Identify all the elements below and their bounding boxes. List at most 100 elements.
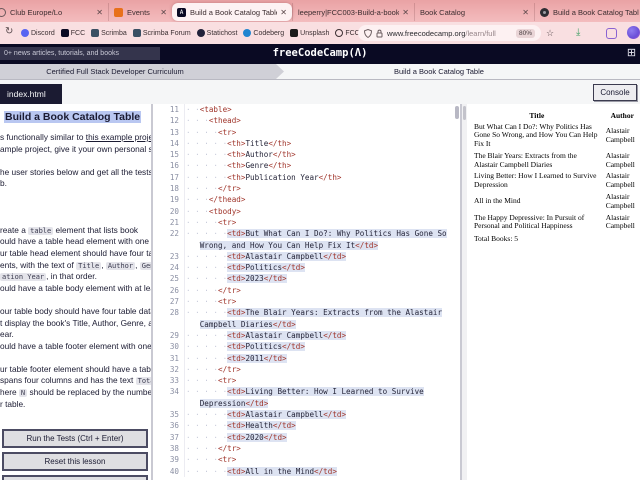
code-segment: <td>The Blair Years: Extracts from the A… — [227, 308, 442, 317]
browser-tab[interactable]: Club Europe/Lo✕ — [0, 3, 108, 21]
url-text: www.freecodecamp.org/learn/full — [387, 29, 512, 38]
address-bar[interactable]: www.freecodecamp.org/learn/full 80% — [358, 25, 541, 41]
search-input[interactable]: 0+ news articles, tutorials, and books — [0, 47, 160, 60]
browser-tab[interactable]: Book Catalog✕ — [414, 3, 534, 21]
line-number: 40 — [153, 466, 185, 477]
reset-lesson-button[interactable]: Reset this lesson — [2, 452, 148, 471]
indent-guides: · · · · — [186, 455, 218, 464]
code-line[interactable]: 11· ·<table> — [153, 104, 460, 115]
browser-tab[interactable]: Events✕ — [108, 3, 172, 21]
bookmarks-bar: Discord FCC Scrimba Scrimba Forum Statichost… — [21, 22, 378, 44]
instruction-text: b. — [0, 178, 7, 188]
close-tab-icon[interactable]: ✕ — [402, 8, 409, 17]
browser-tab[interactable]: leeperry|FCC003-Build-a-book✕ — [292, 3, 414, 21]
code-line[interactable]: 13· · · ·<tr> — [153, 127, 460, 138]
breadcrumb-lesson[interactable]: Build a Book Catalog Table — [394, 64, 484, 79]
code-line[interactable]: 39· · · ·<tr> — [153, 454, 460, 465]
code-line[interactable]: Depression</td> — [153, 398, 460, 409]
editor-scrollbar[interactable] — [455, 106, 459, 119]
close-tab-icon[interactable]: ✕ — [160, 8, 167, 17]
code-text: · · · · ·<th>Genre</th> — [185, 160, 291, 171]
code-text: · · · ·</tr> — [185, 183, 241, 194]
code-line[interactable]: 21· · · ·<tr> — [153, 217, 460, 228]
code-text: · ·<table> — [185, 104, 232, 115]
bookmark-item[interactable]: Scrimba — [91, 29, 127, 37]
code-line[interactable]: 31· · · · ·<td>2011</td> — [153, 353, 460, 364]
code-line[interactable]: 24· · · · ·<td>Politics</td> — [153, 262, 460, 273]
close-tab-icon[interactable]: ✕ — [280, 8, 287, 17]
bookmark-item[interactable]: FCC — [61, 29, 85, 37]
code-text: · · · · ·<th>Title</th> — [185, 138, 291, 149]
code-line[interactable]: 22· · · · ·<td>But What Can I Do?: Why P… — [153, 228, 460, 239]
code-line[interactable]: 26· · · ·</tr> — [153, 285, 460, 296]
code-line[interactable]: 23· · · · ·<td>Alastair Campbell</td> — [153, 251, 460, 262]
code-text: Wrong, and How You Can Help Fix It</td> — [185, 240, 378, 251]
fcc-top-nav: 0+ news articles, tutorials, and books f… — [0, 44, 640, 64]
menu-grid-icon[interactable]: ⊞ — [625, 47, 638, 60]
console-button[interactable]: Console — [593, 84, 637, 101]
code-line[interactable]: 35· · · · ·<td>Alastair Campbell</td> — [153, 409, 460, 420]
code-editor[interactable]: 11· ·<table>12· · ·<thead>13· · · ·<tr>1… — [153, 104, 462, 480]
code-line[interactable]: 14· · · · ·<th>Title</th> — [153, 138, 460, 149]
bookmark-item[interactable]: Codeberg — [243, 29, 284, 37]
indent-guides: · · · · · — [186, 150, 227, 159]
line-number: 31 — [153, 353, 185, 364]
account-avatar[interactable] — [627, 26, 640, 39]
extension-icon[interactable] — [606, 28, 617, 39]
bookmark-item[interactable]: Scrimba Forum — [133, 29, 191, 37]
code-line[interactable]: 20· · ·<tbody> — [153, 206, 460, 217]
line-number: 25 — [153, 273, 185, 284]
code-line[interactable]: 34· · · · ·<td>Living Better: How I Lear… — [153, 386, 460, 397]
code-line[interactable]: 25· · · · ·<td>2023</td> — [153, 273, 460, 284]
code-line[interactable]: 33· · · ·<tr> — [153, 375, 460, 386]
file-tab-index-html[interactable]: index.html — [0, 84, 62, 104]
code-line[interactable]: 29· · · · ·<td>Alastair Campbell</td> — [153, 330, 460, 341]
fcc-logo[interactable]: freeCodeCamp(Λ) — [273, 47, 368, 59]
preview-scrollbar[interactable] — [462, 104, 467, 480]
indent-guides: · · · · · — [186, 173, 227, 182]
code-line[interactable]: Campbell Diaries</td> — [153, 319, 460, 330]
code-line[interactable]: 17· · · · ·<th>Publication Year</th> — [153, 172, 460, 183]
line-number — [153, 398, 185, 409]
code-line[interactable]: 36· · · · ·<td>Health</td> — [153, 420, 460, 431]
close-tab-icon[interactable]: ✕ — [522, 8, 529, 17]
code-line[interactable]: 18· · · ·</tr> — [153, 183, 460, 194]
line-number: 14 — [153, 138, 185, 149]
bookmark-item[interactable]: Discord — [21, 29, 55, 37]
close-tab-icon[interactable]: ✕ — [96, 8, 103, 17]
code-line[interactable]: 40· · · · ·<td>All in the Mind</td> — [153, 466, 460, 477]
code-line[interactable]: 32· · · ·</tr> — [153, 364, 460, 375]
code-line[interactable]: 37· · · · ·<td>2020</td> — [153, 432, 460, 443]
browser-tab[interactable]: ABuild a Book Catalog Table: Bui✕ — [172, 3, 292, 21]
bookmark-star-icon[interactable]: ☆ — [546, 28, 554, 39]
code-line[interactable]: 15· · · · ·<th>Author</th> — [153, 149, 460, 160]
bookmark-item[interactable]: Statichost — [197, 29, 238, 37]
discord-icon — [21, 29, 29, 37]
preview-table-cell: Alastair Campbell — [603, 171, 640, 192]
hint-button[interactable]: Get a Hint — [2, 475, 148, 480]
code-line[interactable]: 38· · · ·</tr> — [153, 443, 460, 454]
run-tests-button[interactable]: Run the Tests (Ctrl + Enter) — [2, 429, 148, 448]
code-line[interactable]: 19· · ·</thead> — [153, 194, 460, 205]
indent-guides: · · · — [186, 195, 209, 204]
code-line[interactable]: 12· · ·<thead> — [153, 115, 460, 126]
code-line[interactable]: Wrong, and How You Can Help Fix It</td> — [153, 240, 460, 251]
reload-icon[interactable]: ↻ — [5, 26, 13, 37]
code-line[interactable]: 28· · · · ·<td>The Blair Years: Extracts… — [153, 307, 460, 318]
breadcrumb-curriculum[interactable]: Certified Full Stack Developer Curriculu… — [0, 64, 284, 79]
code-text: · · · ·</tr> — [185, 364, 241, 375]
browser-tab[interactable]: Build a Book Catalog Table | Le — [534, 3, 640, 21]
code-segment: </thead> — [209, 195, 246, 204]
code-line[interactable]: 16· · · · ·<th>Genre</th> — [153, 160, 460, 171]
example-project-link[interactable]: this example project — [86, 132, 151, 142]
code-text: · · ·<tbody> — [185, 206, 241, 217]
code-segment: <td>2023</td> — [227, 274, 286, 283]
code-line[interactable]: 27· · · ·<tr> — [153, 296, 460, 307]
bookmark-item[interactable]: Unsplash — [290, 29, 329, 37]
lock-icon — [376, 29, 383, 38]
record-favicon-icon — [540, 8, 549, 17]
page-zoom-badge[interactable]: 80% — [516, 29, 535, 38]
indent-guides: · · · · · — [186, 274, 227, 283]
downloads-icon[interactable]: ⤓ — [576, 27, 580, 38]
code-line[interactable]: 30· · · · ·<td>Politics</td> — [153, 341, 460, 352]
